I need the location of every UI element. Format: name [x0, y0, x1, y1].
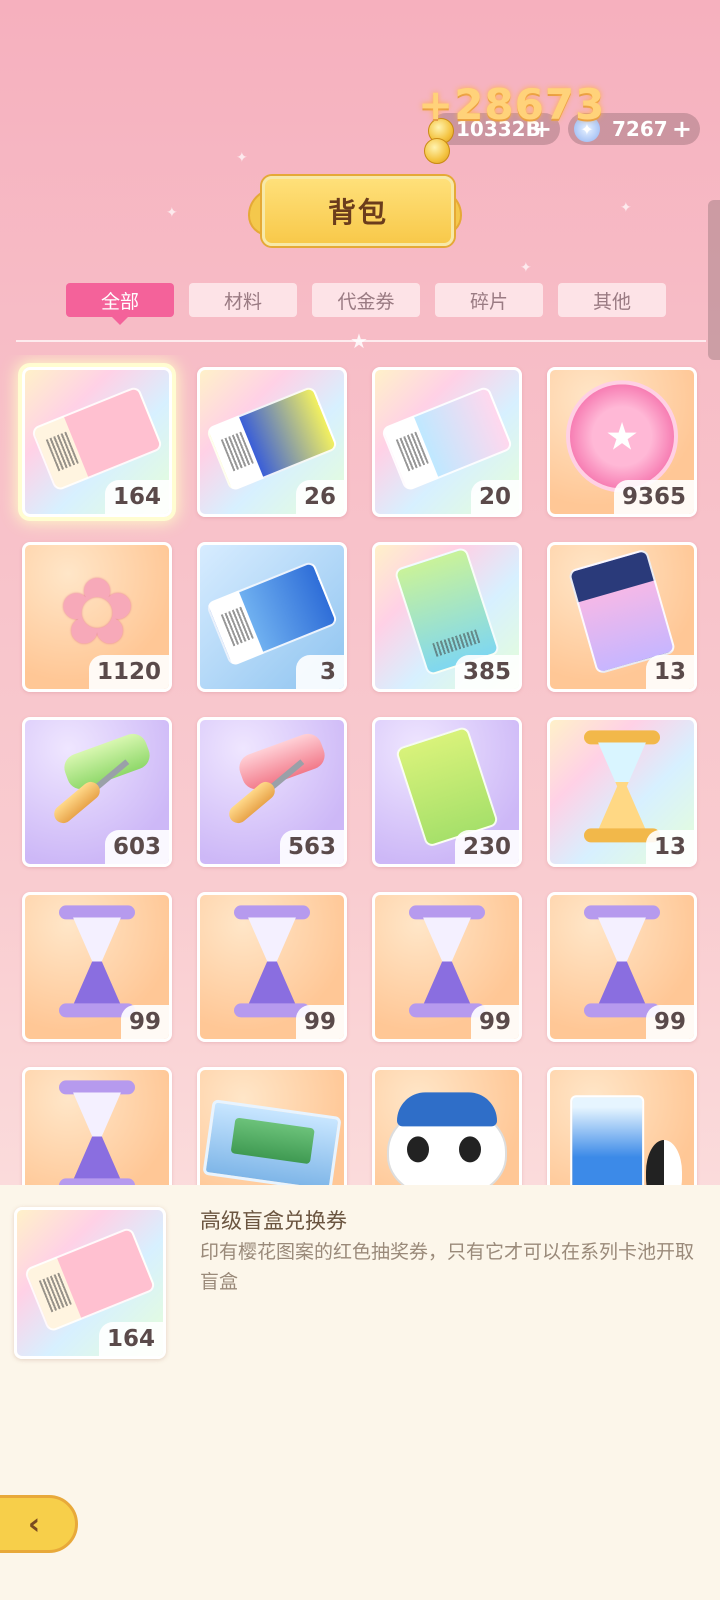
selected-item-quantity: 164 — [98, 1322, 163, 1356]
penguin-icon — [646, 1140, 682, 1185]
inventory-item[interactable]: 563 — [197, 717, 347, 867]
gold-gain-popup: +28673 — [418, 80, 606, 129]
inventory-item[interactable]: 13 — [547, 542, 697, 692]
purple-hourglass-icon — [59, 1080, 135, 1185]
inventory-item[interactable]: 164 — [22, 367, 172, 517]
item-quantity: 1120 — [88, 655, 169, 689]
purple-hourglass-icon — [234, 905, 310, 1018]
item-quantity: 20 — [470, 480, 519, 514]
tab-fragments[interactable]: 碎片 — [435, 283, 543, 317]
purple-hourglass-icon — [584, 905, 660, 1018]
inventory-item[interactable]: 385 — [372, 542, 522, 692]
add-gem-button[interactable]: + — [672, 115, 692, 143]
pink-sakura-ticket-icon — [30, 385, 164, 492]
inventory-item[interactable] — [22, 1067, 172, 1185]
inventory-item[interactable]: 99 — [22, 892, 172, 1042]
inventory-scroll-area[interactable]: 164 26 20 ★ 9365 ✿ 1120 3 385 13 603 563… — [0, 355, 720, 1185]
tab-others[interactable]: 其他 — [558, 283, 666, 317]
gem-amount: 7267 — [612, 117, 668, 141]
golden-hourglass-icon — [584, 730, 660, 843]
side-scroll-handle[interactable] — [708, 200, 720, 360]
selected-item-name: 高级盲盒兑换券 — [200, 1209, 347, 1233]
sparkle-decoration: ✦ — [620, 200, 632, 216]
title-plaque: 背包 — [248, 172, 462, 246]
item-quantity: 99 — [645, 1005, 694, 1039]
inventory-item[interactable]: 13 — [547, 717, 697, 867]
inventory-item[interactable] — [372, 1067, 522, 1185]
tab-all[interactable]: 全部 — [66, 283, 174, 325]
item-quantity: 385 — [454, 655, 519, 689]
inventory-item[interactable]: ✿ 1120 — [22, 542, 172, 692]
inventory-item[interactable]: 26 — [197, 367, 347, 517]
mystery-ticket-icon — [205, 385, 339, 492]
inventory-item[interactable]: 603 — [22, 717, 172, 867]
item-quantity: 563 — [279, 830, 344, 864]
item-quantity: 99 — [470, 1005, 519, 1039]
sparkle-decoration: ✦ — [166, 205, 178, 221]
panda-plush-icon — [387, 1092, 507, 1185]
blue-ticket-icon — [205, 560, 339, 667]
item-quantity: 26 — [295, 480, 344, 514]
tab-vouchers[interactable]: 代金券 — [312, 283, 420, 317]
inventory-grid: 164 26 20 ★ 9365 ✿ 1120 3 385 13 603 563… — [22, 367, 697, 1185]
back-arrow-icon: ‹ — [27, 1506, 41, 1542]
back-button[interactable]: ‹ — [0, 1495, 78, 1553]
inventory-item[interactable]: 3 — [197, 542, 347, 692]
inventory-item[interactable]: 99 — [547, 892, 697, 1042]
sparkle-decoration: ✦ — [236, 150, 248, 166]
purple-hourglass-icon — [409, 905, 485, 1018]
pink-sakura-ticket-icon — [23, 1226, 157, 1333]
inventory-item[interactable]: 99 — [197, 892, 347, 1042]
item-quantity: 13 — [645, 655, 694, 689]
inventory-item[interactable]: 99 — [372, 892, 522, 1042]
item-quantity: 13 — [645, 830, 694, 864]
page-title: 背包 — [262, 176, 454, 246]
green-paint-roller-icon — [42, 729, 154, 842]
rainbow-character-ticket-icon — [380, 385, 514, 492]
inventory-item[interactable] — [197, 1067, 347, 1185]
item-quantity: 3 — [296, 655, 344, 689]
inventory-item[interactable] — [547, 1067, 697, 1185]
item-quantity: 603 — [104, 830, 169, 864]
inventory-item[interactable]: 230 — [372, 717, 522, 867]
item-quantity: 230 — [454, 830, 519, 864]
item-quantity: 9365 — [613, 480, 694, 514]
category-tabs: 全部 材料 代金券 碎片 其他 — [66, 283, 666, 325]
gold-coin-icon — [424, 138, 450, 164]
inventory-item[interactable]: ★ 9365 — [547, 367, 697, 517]
item-quantity: 99 — [120, 1005, 169, 1039]
pink-paint-roller-icon — [217, 729, 329, 842]
sakura-flower-icon: ✿ — [58, 558, 136, 666]
tab-materials[interactable]: 材料 — [189, 283, 297, 317]
selected-item-thumbnail: 164 — [14, 1207, 166, 1359]
purple-hourglass-icon — [59, 905, 135, 1018]
item-detail-panel: 164 高级盲盒兑换券 印有樱花图案的红色抽奖券，只有它才可以在系列卡池开取盲盒 — [0, 1185, 720, 1600]
pink-bag-coin-icon: ★ — [566, 380, 678, 493]
item-quantity: 164 — [104, 480, 169, 514]
penguin-drink-icon — [570, 1095, 645, 1185]
sparkle-decoration: ✦ — [520, 260, 532, 276]
inventory-item[interactable]: 20 — [372, 367, 522, 517]
star-icon: ★ — [350, 329, 368, 353]
item-quantity: 99 — [295, 1005, 344, 1039]
selected-item-description: 印有樱花图案的红色抽奖券，只有它才可以在系列卡池开取盲盒 — [200, 1241, 695, 1293]
bear-puzzle-box-icon — [202, 1099, 342, 1185]
